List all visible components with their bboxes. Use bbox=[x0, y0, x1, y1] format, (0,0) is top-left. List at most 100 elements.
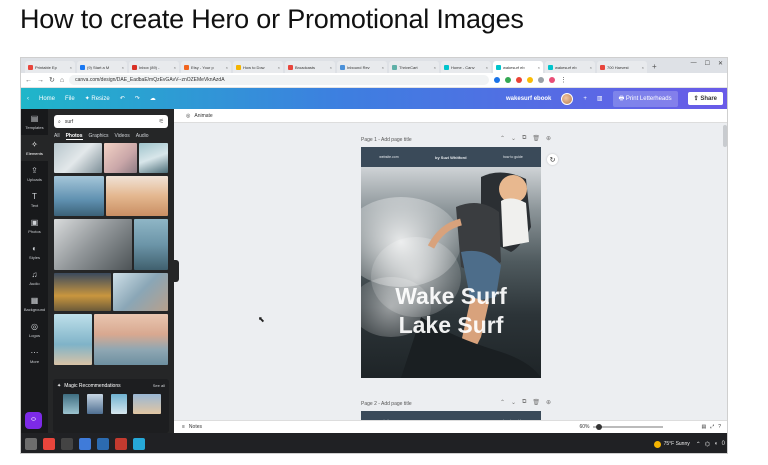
system-tray[interactable]: ⌃ ⌬ ◖ 0 bbox=[696, 441, 725, 448]
network-icon[interactable]: ⌬ bbox=[705, 441, 710, 448]
extension-icon[interactable] bbox=[516, 77, 523, 83]
document-title[interactable]: wakesurf ebook bbox=[506, 96, 551, 102]
zoom-slider-knob[interactable] bbox=[596, 424, 603, 430]
hero-photo[interactable]: Wake Surf Lake Surf bbox=[361, 167, 541, 378]
extension-icon[interactable] bbox=[494, 77, 501, 83]
browser-tab[interactable]: 700 Harvest × bbox=[597, 61, 647, 73]
tab-close-icon[interactable]: × bbox=[122, 65, 124, 70]
extension-icon[interactable] bbox=[505, 77, 512, 83]
tab-close-icon[interactable]: × bbox=[434, 65, 436, 70]
add-page-icon[interactable]: ⊕ bbox=[546, 135, 551, 142]
fullscreen-icon[interactable]: ⤢ bbox=[710, 424, 714, 430]
tab-close-icon[interactable]: × bbox=[330, 65, 332, 70]
chevron-up-icon[interactable]: ⌃ bbox=[696, 441, 701, 448]
home-link[interactable]: Home bbox=[39, 96, 55, 102]
recommendation-thumbnail[interactable] bbox=[87, 394, 103, 414]
undo-icon[interactable]: ↶ bbox=[120, 95, 125, 102]
search-input[interactable]: ⌕ surf ⚟ bbox=[54, 115, 168, 128]
filter-icon[interactable]: ⚟ bbox=[159, 118, 164, 125]
home-icon[interactable]: ⌂ bbox=[60, 77, 64, 84]
app-icon[interactable] bbox=[79, 438, 91, 450]
tab-close-icon[interactable]: × bbox=[642, 65, 644, 70]
move-up-icon[interactable]: ⌃ bbox=[500, 399, 505, 406]
rail-item-templates[interactable]: ▤ Templates bbox=[21, 109, 48, 135]
animate-button[interactable]: ◎ Animate bbox=[174, 109, 727, 123]
tab-all[interactable]: All bbox=[54, 133, 60, 140]
url-field[interactable]: canva.com/design/DAE_EadbaE/mQzEvGAvV--z… bbox=[69, 75, 490, 85]
photo-thumbnail[interactable] bbox=[134, 219, 168, 270]
start-icon[interactable] bbox=[25, 438, 37, 450]
move-down-icon[interactable]: ⌄ bbox=[511, 135, 516, 142]
resize-button[interactable]: ✦ Resize bbox=[85, 95, 110, 102]
file-menu[interactable]: File bbox=[65, 96, 75, 102]
see-all-link[interactable]: See all bbox=[153, 383, 165, 388]
notes-icon[interactable]: ≡ bbox=[182, 424, 185, 430]
rail-item-elements[interactable]: ✧ Elements bbox=[21, 135, 48, 161]
page-1-canvas[interactable]: website.com by Suzi Whitford how to guid… bbox=[361, 147, 541, 378]
browser-tab[interactable]: Inbound Rev × bbox=[337, 61, 387, 73]
collapse-panel-handle[interactable] bbox=[174, 260, 179, 282]
duplicate-icon[interactable]: ⧉ bbox=[522, 399, 526, 406]
close-window-icon[interactable]: ✕ bbox=[718, 60, 723, 67]
move-up-icon[interactable]: ⌃ bbox=[500, 135, 505, 142]
forward-icon[interactable]: → bbox=[37, 77, 44, 84]
weather-widget[interactable]: 75°F Sunny bbox=[653, 440, 690, 448]
browser-tab[interactable]: (9) Start a M × bbox=[77, 61, 127, 73]
tab-close-icon[interactable]: × bbox=[538, 65, 540, 70]
recommendation-thumbnail[interactable] bbox=[111, 394, 127, 414]
browser-tab[interactable]: wakesurf eb × bbox=[545, 61, 595, 73]
rail-item-styles[interactable]: ◐ Styles bbox=[21, 239, 48, 265]
insights-icon[interactable]: ▥ bbox=[597, 95, 603, 102]
avatar[interactable] bbox=[561, 92, 574, 105]
browser-tab[interactable]: wakesurf eb × bbox=[493, 61, 543, 73]
tab-close-icon[interactable]: × bbox=[70, 65, 72, 70]
help-question-icon[interactable]: ? bbox=[718, 424, 721, 430]
rail-item-audio[interactable]: ♫ Audio bbox=[21, 265, 48, 291]
workspace-scrollbar[interactable] bbox=[723, 125, 727, 147]
share-button[interactable]: ⇪ Share bbox=[687, 92, 723, 105]
tab-close-icon[interactable]: × bbox=[486, 65, 488, 70]
app-icon[interactable] bbox=[133, 438, 145, 450]
tab-close-icon[interactable]: × bbox=[590, 65, 592, 70]
cloud-sync-icon[interactable]: ☁ bbox=[150, 95, 156, 102]
move-down-icon[interactable]: ⌄ bbox=[511, 399, 516, 406]
browser-tab[interactable]: Home - Canv × bbox=[441, 61, 491, 73]
rail-item-text[interactable]: T Text bbox=[21, 187, 48, 213]
maximize-icon[interactable]: ☐ bbox=[705, 60, 710, 67]
new-tab-icon[interactable]: + bbox=[652, 61, 657, 73]
rail-item-more[interactable]: ⋯ More bbox=[21, 343, 48, 369]
photo-thumbnail[interactable] bbox=[54, 219, 132, 270]
browser-tab[interactable]: Broadcasts × bbox=[285, 61, 335, 73]
rail-item-background[interactable]: ▦ Background bbox=[21, 291, 48, 317]
zoom-level[interactable]: 60% bbox=[579, 424, 589, 430]
print-button[interactable]: 🖶 Print Letterheads bbox=[612, 90, 678, 107]
rail-item-logos[interactable]: ◎ Logos bbox=[21, 317, 48, 343]
home-link-icon[interactable]: ‹ bbox=[27, 96, 29, 102]
browser-tab[interactable]: How to Dow × bbox=[233, 61, 283, 73]
clock[interactable]: 0 bbox=[722, 441, 725, 448]
photo-thumbnail[interactable] bbox=[54, 314, 92, 365]
add-page-icon[interactable]: ⊕ bbox=[546, 399, 551, 406]
photo-thumbnail[interactable] bbox=[106, 176, 168, 216]
regenerate-icon[interactable]: ↻ bbox=[547, 154, 558, 165]
recommendation-thumbnail[interactable] bbox=[63, 394, 79, 414]
tab-graphics[interactable]: Graphics bbox=[89, 133, 109, 140]
photo-thumbnail[interactable] bbox=[94, 314, 168, 365]
delete-icon[interactable]: 🗑 bbox=[532, 135, 540, 142]
rail-item-uploads[interactable]: ⇪ Uploads bbox=[21, 161, 48, 187]
tab-videos[interactable]: Videos bbox=[115, 133, 130, 140]
tab-photos[interactable]: Photos bbox=[65, 133, 83, 140]
minimize-icon[interactable]: — bbox=[691, 60, 697, 67]
notes-button[interactable]: Notes bbox=[189, 424, 202, 430]
duplicate-icon[interactable]: ⧉ bbox=[522, 135, 526, 142]
photo-thumbnail[interactable] bbox=[54, 143, 102, 173]
browser-tab[interactable]: ThriveCart × bbox=[389, 61, 439, 73]
photo-thumbnail[interactable] bbox=[104, 143, 137, 173]
headline-line-1[interactable]: Wake Surf bbox=[361, 283, 541, 310]
window-controls[interactable]: — ☐ ✕ bbox=[691, 60, 723, 67]
help-icon[interactable]: ⬭ bbox=[25, 412, 42, 429]
delete-icon[interactable]: 🗑 bbox=[532, 399, 540, 406]
tab-close-icon[interactable]: × bbox=[174, 65, 176, 70]
page-2-title[interactable]: Page 2 - Add page title bbox=[361, 401, 412, 407]
app-icon[interactable] bbox=[43, 438, 55, 450]
